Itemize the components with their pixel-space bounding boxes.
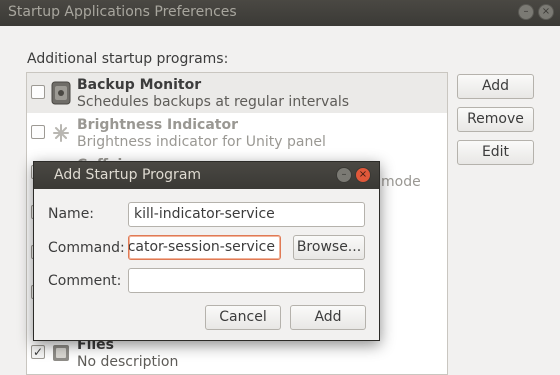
remove-button[interactable]: Remove (457, 107, 534, 132)
brightness-icon (53, 124, 69, 142)
command-value: kill-indicator-session-service (128, 239, 275, 255)
comment-field[interactable] (128, 268, 365, 293)
dialog-title: Add Startup Program (54, 167, 202, 183)
files-icon (53, 345, 69, 361)
dialog-controls: – × (336, 167, 371, 183)
program-description: Brightness indicator for Unity panel (77, 134, 326, 150)
window-controls: – × (518, 4, 554, 20)
command-field[interactable]: kill-indicator-session-service (128, 235, 281, 260)
name-label: Name: (48, 206, 95, 222)
command-label: Command: (48, 240, 125, 256)
program-name: Backup Monitor (77, 77, 202, 93)
dialog-titlebar: Add Startup Program – × (34, 162, 379, 189)
add-startup-program-dialog: Add Startup Program – × Name: kill-indic… (33, 161, 380, 341)
browse-button[interactable]: Browse... (293, 235, 365, 260)
close-icon[interactable]: × (355, 167, 371, 183)
program-name: Brightness Indicator (77, 117, 239, 133)
program-description: No description (77, 354, 179, 370)
list-item[interactable]: Brightness Indicator Brightness indicato… (27, 113, 447, 153)
program-description: mode (381, 174, 421, 190)
dialog-add-button[interactable]: Add (290, 305, 366, 330)
cancel-button[interactable]: Cancel (205, 305, 281, 330)
close-icon[interactable]: × (538, 4, 554, 20)
program-description: Schedules backups at regular intervals (77, 94, 350, 110)
window-title: Startup Applications Preferences (8, 4, 237, 20)
add-button[interactable]: Add (457, 74, 534, 99)
list-item[interactable]: Backup Monitor Schedules backups at regu… (27, 73, 447, 113)
window-titlebar: Startup Applications Preferences – × (0, 0, 560, 26)
minimize-icon[interactable]: – (518, 4, 534, 20)
enable-checkbox[interactable] (31, 125, 45, 139)
minimize-icon[interactable]: – (336, 167, 352, 183)
edit-button[interactable]: Edit (457, 140, 534, 165)
backup-icon (51, 81, 71, 105)
enable-checkbox[interactable]: ✓ (31, 345, 45, 359)
section-label: Additional startup programs: (27, 51, 229, 67)
name-field[interactable]: kill-indicator-service (128, 202, 365, 227)
comment-label: Comment: (48, 273, 122, 289)
enable-checkbox[interactable] (31, 85, 45, 99)
